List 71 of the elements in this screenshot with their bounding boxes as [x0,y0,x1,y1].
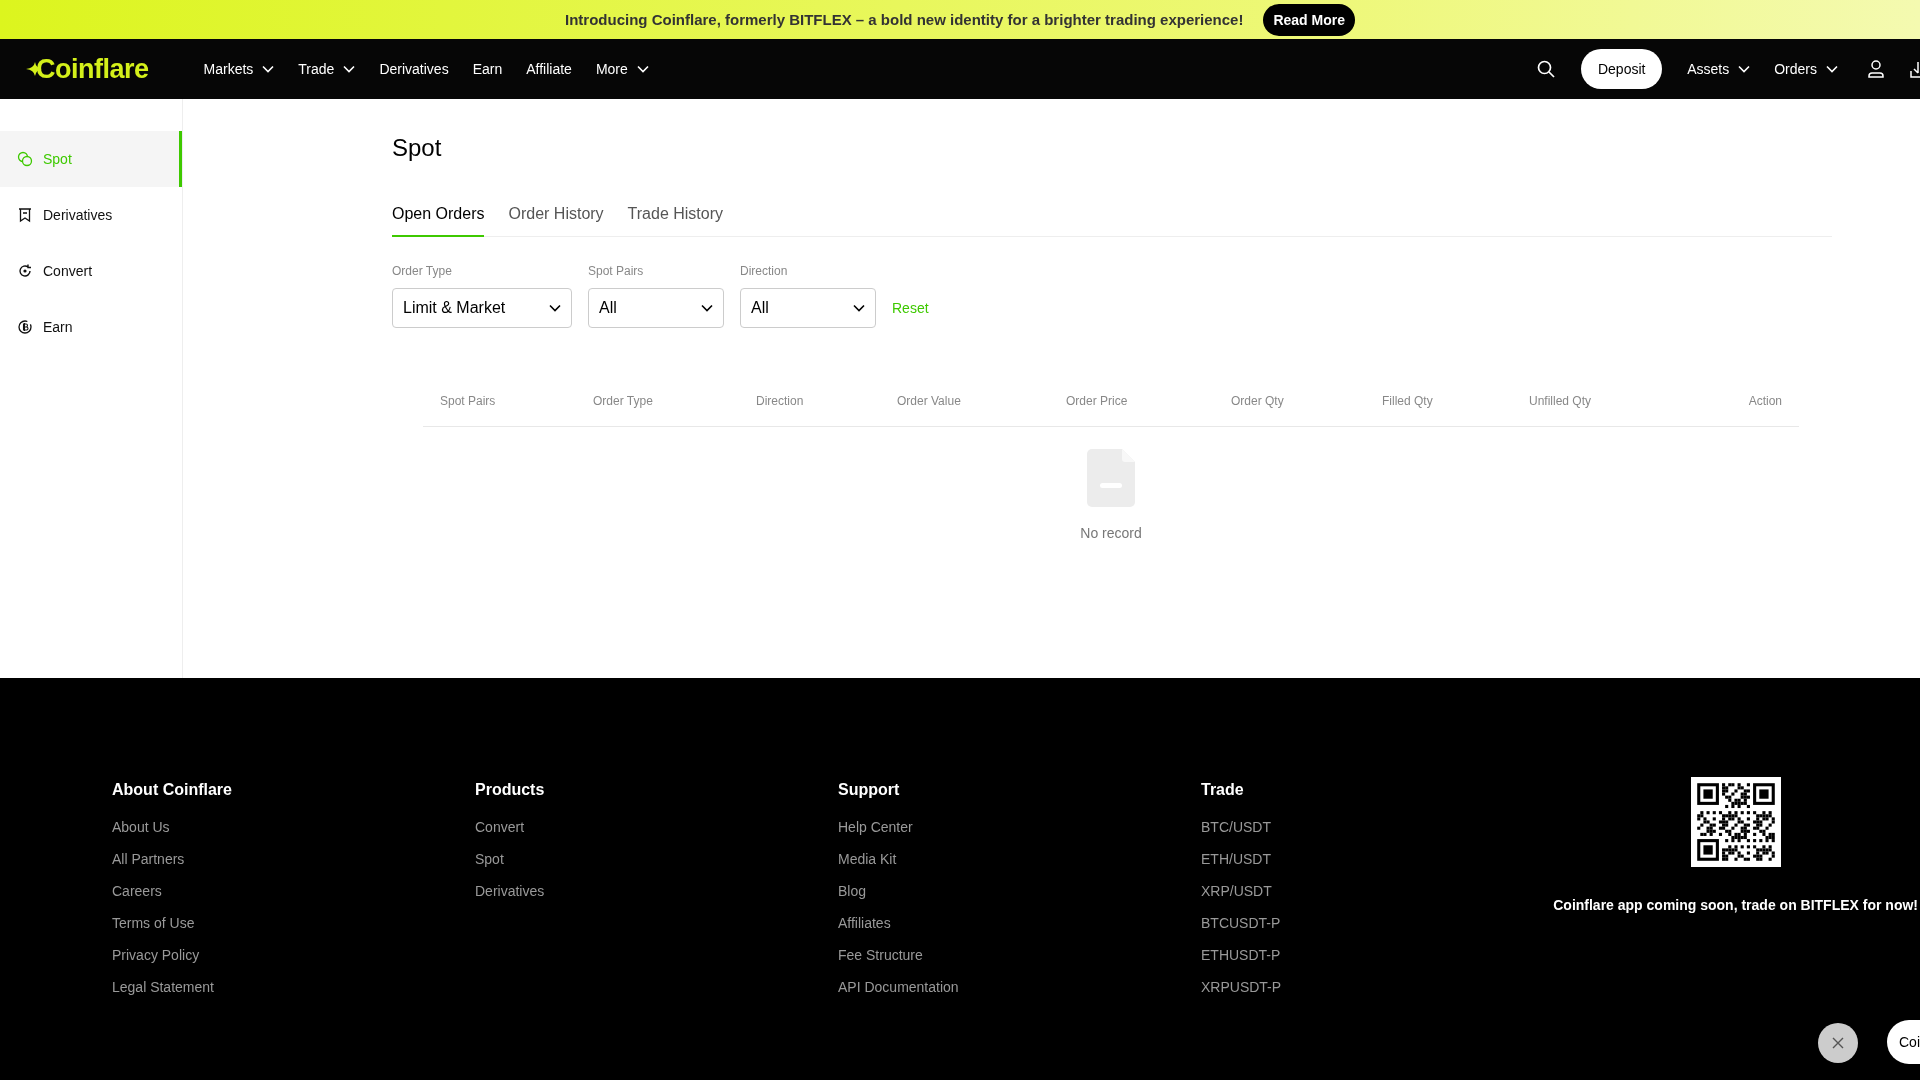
logo[interactable]: Coinflare [36,53,149,85]
footer-link[interactable]: BTC/USDT [1201,811,1564,843]
page-title: Spot [392,134,443,162]
download-icon[interactable] [1910,60,1920,78]
column-header: Order Type [593,394,654,408]
footer-heading: About Coinflare [112,781,233,799]
coin-icon [17,319,33,335]
tab[interactable]: Order History [508,205,604,237]
convert-icon [17,263,33,279]
user-icon[interactable] [1868,60,1884,78]
nav-menu-item[interactable]: Markets [203,61,275,77]
footer-heading: Products [475,781,546,799]
footer-link[interactable]: Careers [112,875,475,907]
nav-menu-item[interactable]: Affiliate [526,61,572,77]
empty-state-text: No record [1080,525,1142,541]
footer-link[interactable]: ETHUSDT-P [1201,939,1564,971]
footer-link[interactable]: Affiliates [838,907,1201,939]
footer-link[interactable]: Media Kit [838,843,1201,875]
footer-link[interactable]: All Partners [112,843,475,875]
footer-link[interactable]: Blog [838,875,1201,907]
filter-dropdown[interactable]: All [588,288,724,328]
footer-link[interactable]: Terms of Use [112,907,475,939]
filter-label: Direction [740,264,789,278]
column-header: Unfilled Qty [1529,394,1593,408]
deposit-button[interactable]: Deposit [1581,49,1663,89]
search-icon[interactable] [1537,60,1556,78]
filter-dropdown[interactable]: Limit & Market [392,288,572,328]
column-header: Action [1747,394,1782,408]
app-notice-text: Coinflare app coming soon, trade on BITFLEX for now! [1553,897,1918,913]
read-more-button[interactable]: Read More [1263,3,1355,36]
footer-link[interactable]: Legal Statement [112,971,475,1003]
filter-label: Spot Pairs [588,264,645,278]
footer-heading: Support [838,781,901,799]
chat-button[interactable]: Coi [1887,1020,1920,1064]
column-header: Spot Pairs [440,394,497,408]
nav-menu-item[interactable]: Orders [1774,61,1838,77]
sidebar-item[interactable]: Derivatives [0,187,182,243]
nav-menu-item[interactable]: Assets [1687,61,1751,77]
filter-dropdown[interactable]: All [740,288,876,328]
footer-link[interactable]: Privacy Policy [112,939,475,971]
footer-link[interactable]: API Documentation [838,971,1201,1003]
sidebar-item[interactable]: Earn [0,299,182,355]
close-button[interactable] [1818,1023,1858,1063]
column-header: Order Qty [1231,394,1285,408]
column-header: Filled Qty [1382,394,1434,408]
footer-link[interactable]: XRPUSDT-P [1201,971,1564,1003]
nav-menu-item[interactable]: Derivatives [379,61,449,77]
chevron-down-icon [549,304,561,312]
footer-link[interactable]: Help Center [838,811,1201,843]
nav-menu-item[interactable]: Trade [298,61,356,77]
chevron-down-icon [853,304,865,312]
footer-link[interactable]: Derivatives [475,875,838,907]
footer-link[interactable]: Fee Structure [838,939,1201,971]
nav-menu-item[interactable]: More [595,61,649,77]
sidebar-item[interactable]: Convert [0,243,182,299]
footer-link[interactable]: ETH/USDT [1201,843,1564,875]
column-header: Order Value [897,394,962,408]
footer-link[interactable]: Spot [475,843,838,875]
nav-menu-item[interactable]: Earn [472,61,503,77]
footer-link[interactable]: About Us [112,811,475,843]
tab[interactable]: Open Orders [392,205,485,237]
close-icon [1832,1037,1844,1049]
chevron-down-icon [701,304,713,312]
column-header: Order Price [1066,394,1129,408]
footer-heading: Trade [1201,781,1245,799]
coins-icon [17,151,33,167]
column-header: Direction [756,394,805,408]
tab[interactable]: Trade History [627,205,724,237]
footer-link[interactable]: Convert [475,811,838,843]
announcement-text: Introducing Coinflare, formerly BITFLEX – a bold new identity for a brighter trading experience! [565,11,1244,28]
filter-label: Order Type [392,264,453,278]
